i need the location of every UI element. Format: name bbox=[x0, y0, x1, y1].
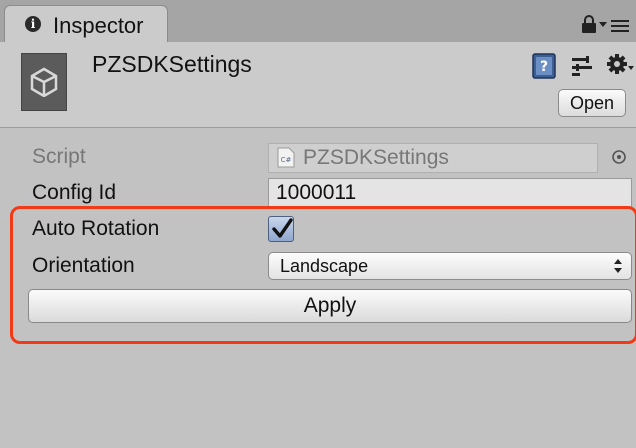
tab-inspector[interactable]: i Inspector bbox=[4, 5, 168, 42]
auto-rotation-checkbox[interactable] bbox=[268, 216, 294, 242]
script-file-type: C# bbox=[281, 156, 292, 164]
panel-menu-icon[interactable] bbox=[599, 16, 631, 34]
config-id-label: Config Id bbox=[32, 181, 117, 204]
tab-label: Inspector bbox=[53, 13, 144, 38]
unity-logo-icon bbox=[21, 53, 67, 111]
asset-title: PZSDKSettings bbox=[92, 51, 252, 77]
auto-rotation-label: Auto Rotation bbox=[32, 217, 160, 240]
csharp-script-icon: C# bbox=[277, 147, 295, 168]
lock-icon[interactable] bbox=[579, 14, 599, 34]
gear-icon[interactable] bbox=[607, 52, 635, 78]
help-book-icon[interactable]: ? bbox=[531, 52, 557, 80]
orientation-selected-value: Landscape bbox=[280, 256, 369, 276]
object-picker-icon[interactable] bbox=[610, 148, 628, 166]
info-icon: i bbox=[25, 16, 41, 32]
apply-button[interactable]: Apply bbox=[28, 289, 632, 323]
orientation-dropdown[interactable]: Landscape bbox=[268, 252, 632, 280]
script-field[interactable]: PZSDKSettings bbox=[268, 143, 598, 173]
dropdown-arrows-icon bbox=[614, 259, 622, 273]
tab-bar: i Inspector bbox=[0, 0, 636, 42]
preset-icon[interactable] bbox=[570, 54, 594, 78]
checkmark-icon bbox=[272, 218, 293, 238]
script-label: Script bbox=[32, 145, 86, 168]
orientation-label: Orientation bbox=[32, 254, 135, 277]
inspector-header: PZSDKSettings ? Open bbox=[0, 42, 636, 128]
open-button[interactable]: Open bbox=[558, 89, 626, 117]
svg-text:?: ? bbox=[540, 59, 548, 75]
config-id-field[interactable]: 1000011 bbox=[268, 178, 632, 208]
